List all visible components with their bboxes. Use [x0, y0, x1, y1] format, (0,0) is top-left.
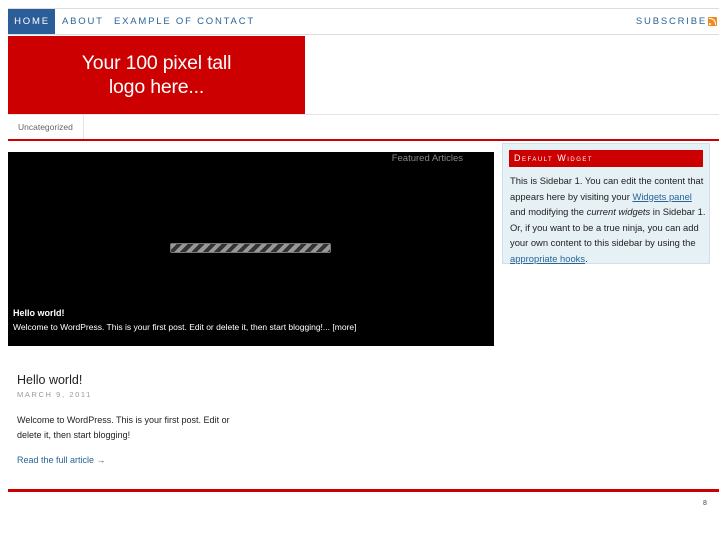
loading-bar — [170, 243, 331, 253]
post-title[interactable]: Hello world! — [17, 373, 257, 387]
header-divider — [8, 139, 719, 141]
widget-emphasis: current widgets — [586, 206, 651, 217]
nav-contact-link[interactable]: EXAMPLE OF CONTACT — [114, 9, 255, 34]
featured-heading: Featured Articles — [391, 153, 463, 164]
nav-home-link[interactable]: HOME — [8, 9, 55, 34]
featured-slider[interactable]: Featured Articles Hello world! Welcome t… — [8, 152, 494, 346]
subscribe-link[interactable]: SUBSCRIBE — [636, 9, 707, 34]
post-entry: Hello world! MARCH 9, 2011 Welcome to Wo… — [17, 373, 257, 465]
featured-excerpt-text: Welcome to WordPress. This is your first… — [13, 322, 330, 332]
category-uncategorized[interactable]: Uncategorized — [8, 115, 84, 140]
footer-divider — [8, 489, 719, 492]
widget-body: This is Sidebar 1. You can edit the cont… — [510, 173, 706, 266]
featured-excerpt: Welcome to WordPress. This is your first… — [13, 322, 356, 332]
appropriate-hooks-link[interactable]: appropriate hooks — [510, 253, 585, 264]
post-date: MARCH 9, 2011 — [17, 390, 92, 399]
rss-icon[interactable] — [708, 17, 717, 26]
widgets-panel-link[interactable]: Widgets panel — [632, 191, 691, 202]
widget-text-2: and modifying the — [510, 206, 587, 217]
top-navigation: HOME ABOUT EXAMPLE OF CONTACT SUBSCRIBE — [8, 8, 719, 35]
widget-title: Default Widget — [509, 150, 703, 167]
footer-mark: 8 — [703, 500, 707, 507]
featured-more-link[interactable]: [more] — [332, 322, 356, 332]
logo-text: Your 100 pixel tall logo here... — [81, 52, 232, 98]
widget-text-4: . — [585, 252, 588, 264]
site-logo[interactable]: Your 100 pixel tall logo here... — [8, 36, 305, 114]
category-bar: Uncategorized — [8, 114, 719, 140]
read-more-link[interactable]: Read the full article → — [17, 455, 257, 465]
post-body: Welcome to WordPress. This is your first… — [17, 415, 230, 440]
sidebar-widget: Default Widget This is Sidebar 1. You ca… — [502, 143, 710, 264]
nav-about-link[interactable]: ABOUT — [62, 9, 104, 34]
featured-post-title[interactable]: Hello world! — [13, 308, 65, 318]
